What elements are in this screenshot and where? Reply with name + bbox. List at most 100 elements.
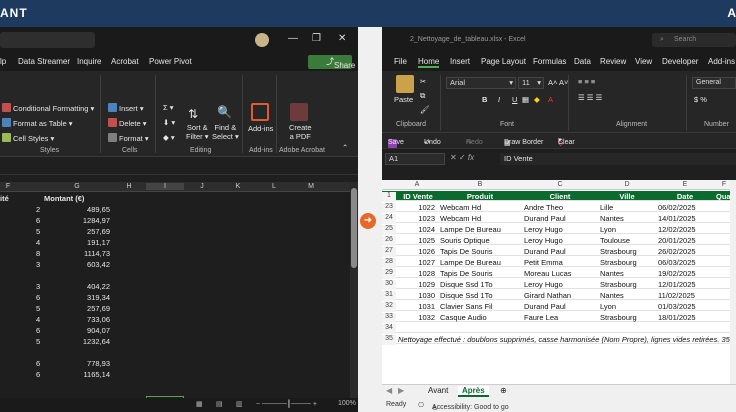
amount-cell[interactable]: 404,22 xyxy=(60,282,110,291)
qty-header[interactable]: ité xyxy=(0,194,9,203)
tab-review[interactable]: Review xyxy=(600,57,626,66)
right-vertical-scrollbar[interactable] xyxy=(730,180,736,412)
zoom-slider[interactable]: − ─────┃──── + xyxy=(256,400,317,408)
date-cell[interactable]: 20/01/2025 xyxy=(658,236,714,245)
amount-cell[interactable]: 319,34 xyxy=(60,293,110,302)
produit-cell[interactable]: Disque Ssd 1To xyxy=(440,291,522,300)
tab-formulas[interactable]: Formulas xyxy=(533,57,566,66)
cut-icon[interactable]: ✂ xyxy=(420,77,426,86)
client-cell[interactable]: Petit Emma xyxy=(524,258,598,267)
qty-cell[interactable]: 5 xyxy=(36,304,40,313)
header-client[interactable]: Client xyxy=(522,192,598,201)
amount-header[interactable]: Montant (€) xyxy=(44,194,84,203)
fill-color-icon[interactable]: ◆ xyxy=(534,95,540,104)
tab-insert[interactable]: Insert xyxy=(450,57,470,66)
id-cell[interactable]: 1029 xyxy=(398,280,438,289)
cell-styles-button[interactable]: Cell Styles ▾ xyxy=(2,133,54,143)
sort-filter-button[interactable]: Sort & Filter ▾ xyxy=(186,123,209,141)
share-button[interactable]: ⤴ Share xyxy=(308,55,355,70)
qty-cell[interactable]: 6 xyxy=(36,370,40,379)
qty-cell[interactable]: 3 xyxy=(36,282,40,291)
amount-cell[interactable]: 489,65 xyxy=(60,205,110,214)
id-cell[interactable]: 1027 xyxy=(398,258,438,267)
borders-icon[interactable]: ▦ xyxy=(522,95,529,104)
date-cell[interactable]: 06/02/2025 xyxy=(658,203,714,212)
produit-cell[interactable]: Clavier Sans Fil xyxy=(440,302,522,311)
split-handle-icon[interactable]: ➜ xyxy=(360,213,376,229)
currency-icon[interactable]: $ % xyxy=(694,95,707,104)
menu-help[interactable]: lp xyxy=(0,57,6,66)
ville-cell[interactable]: Strasbourg xyxy=(600,313,656,322)
page-break-view-icon[interactable]: ▥ xyxy=(236,400,243,408)
client-cell[interactable]: Girard Nathan xyxy=(524,291,598,300)
page-layout-view-icon[interactable]: ▤ xyxy=(216,400,223,408)
date-cell[interactable]: 12/02/2025 xyxy=(658,225,714,234)
ville-cell[interactable]: Lyon xyxy=(600,225,656,234)
tab-view[interactable]: View xyxy=(635,57,652,66)
row-number[interactable]: 1 xyxy=(382,192,396,202)
date-cell[interactable]: 12/01/2025 xyxy=(658,280,714,289)
menu-inquire[interactable]: Inquire xyxy=(77,57,101,66)
fx-icon[interactable]: ✕ ✓ fx xyxy=(450,153,474,162)
date-cell[interactable]: 26/02/2025 xyxy=(658,247,714,256)
client-cell[interactable]: Andre Theo xyxy=(524,203,598,212)
tab-home[interactable]: Home xyxy=(418,57,440,68)
header-id-vente[interactable]: ID Vente xyxy=(398,192,438,201)
row-number[interactable]: 35 xyxy=(382,335,396,345)
qty-cell[interactable]: 6 xyxy=(36,293,40,302)
qty-cell[interactable]: 2 xyxy=(36,205,40,214)
menu-data-streamer[interactable]: Data Streamer xyxy=(18,57,70,66)
client-cell[interactable]: Durand Paul xyxy=(524,302,598,311)
left-formula-bar[interactable] xyxy=(0,157,358,175)
row-number[interactable]: 30 xyxy=(382,280,396,290)
ville-cell[interactable]: Strasbourg xyxy=(600,258,656,267)
format-painter-icon[interactable]: 🖌 xyxy=(420,105,430,114)
scrollbar-thumb[interactable] xyxy=(351,188,357,268)
amount-cell[interactable]: 1114,73 xyxy=(60,249,110,258)
column-header[interactable]: M xyxy=(306,183,316,190)
client-cell[interactable]: Durand Paul xyxy=(524,214,598,223)
tab-file[interactable]: File xyxy=(394,57,407,66)
qty-cell[interactable]: 5 xyxy=(36,337,40,346)
menu-power-pivot[interactable]: Power Pivot xyxy=(149,57,192,66)
amount-cell[interactable]: 257,69 xyxy=(60,227,110,236)
client-cell[interactable]: Leroy Hugo xyxy=(524,280,598,289)
row-number[interactable]: 24 xyxy=(382,214,396,224)
format-as-table-button[interactable]: Format as Table ▾ xyxy=(2,118,73,128)
amount-cell[interactable]: 733,06 xyxy=(60,315,110,324)
formula-input[interactable]: ID Vente xyxy=(500,153,736,165)
create-pdf-button[interactable]: Create a PDF xyxy=(289,123,312,141)
tab-page-layout[interactable]: Page Layout xyxy=(481,57,526,66)
format-cells-button[interactable]: Format ▾ xyxy=(108,133,149,143)
conditional-formatting-button[interactable]: Conditional Formatting ▾ xyxy=(2,103,94,113)
column-header[interactable]: L xyxy=(269,183,279,190)
ville-cell[interactable]: Nantes xyxy=(600,269,656,278)
produit-cell[interactable]: Disque Ssd 1To xyxy=(440,280,522,289)
font-name-select[interactable]: Arial ▾ xyxy=(446,77,516,89)
macro-record-icon[interactable]: ⎔ xyxy=(418,401,424,409)
date-cell[interactable]: 06/03/2025 xyxy=(658,258,714,267)
add-sheet-icon[interactable]: ⊕ xyxy=(500,386,507,395)
row-number[interactable]: 26 xyxy=(382,236,396,246)
sheet-tab-avant[interactable]: Avant xyxy=(428,386,448,395)
date-cell[interactable]: 11/02/2025 xyxy=(658,291,714,300)
left-spreadsheet-grid[interactable]: F G H I J K L M ité Montant (€) 2 489,65 6… xyxy=(0,182,350,412)
ville-cell[interactable]: Strasbourg xyxy=(600,280,656,289)
sheet-tab-apres[interactable]: Après xyxy=(458,386,489,397)
produit-cell[interactable]: Lampe De Bureau xyxy=(440,258,522,267)
right-spreadsheet-grid[interactable]: A B C D E F 1 ID Vente Produit Client Vi… xyxy=(382,180,736,412)
italic-icon[interactable]: I xyxy=(498,95,500,104)
autosum-icon[interactable]: Σ ▾ xyxy=(163,103,174,112)
date-cell[interactable]: 01/03/2025 xyxy=(658,302,714,311)
align-top-icons[interactable]: ≡ ≡ ≡ xyxy=(578,77,595,86)
amount-cell[interactable]: 257,69 xyxy=(60,304,110,313)
row-number[interactable]: 29 xyxy=(382,269,396,279)
row-number[interactable]: 27 xyxy=(382,247,396,257)
tab-add-ins[interactable]: Add-ins xyxy=(708,57,735,66)
column-header[interactable]: C xyxy=(522,181,598,188)
copy-icon[interactable]: ⧉ xyxy=(420,91,425,101)
id-cell[interactable]: 1028 xyxy=(398,269,438,278)
column-header[interactable]: B xyxy=(438,181,522,188)
id-cell[interactable]: 1026 xyxy=(398,247,438,256)
produit-cell[interactable]: Tapis De Souris xyxy=(440,247,522,256)
